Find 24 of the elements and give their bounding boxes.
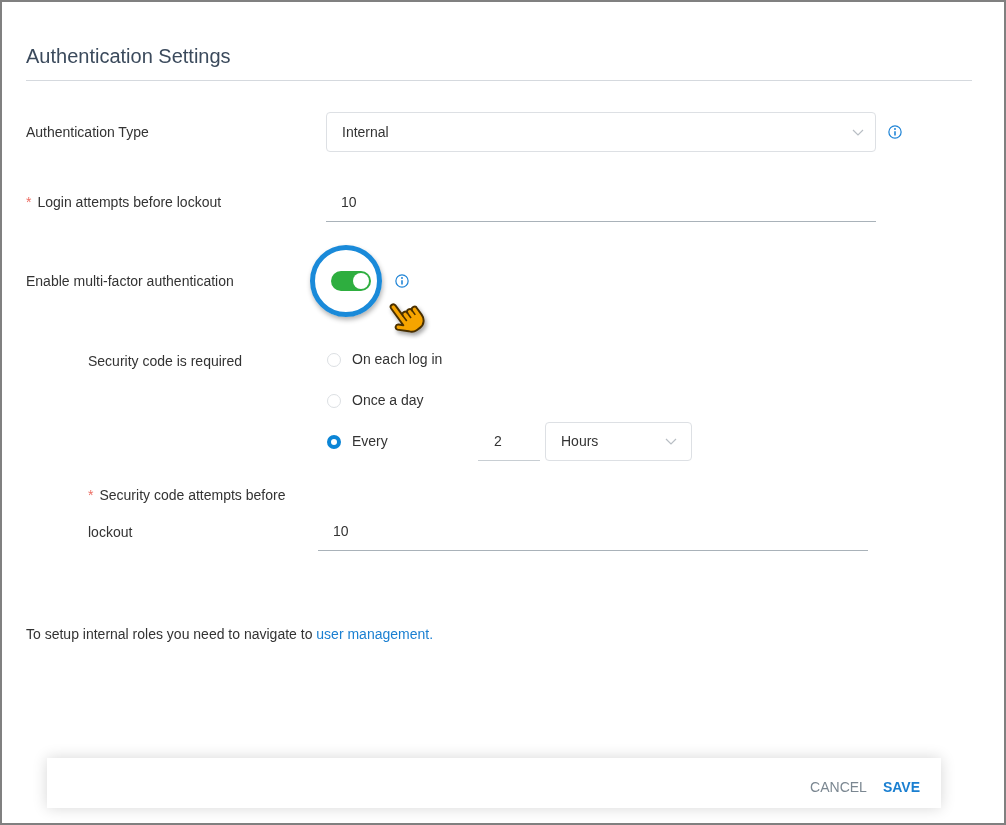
number-input[interactable]: 2 xyxy=(478,422,540,461)
save-button[interactable]: SAVE xyxy=(882,777,920,797)
chevron-down-icon xyxy=(665,438,677,445)
info-icon[interactable] xyxy=(395,274,409,288)
radio-label: Every xyxy=(352,432,388,451)
help-text: To setup internal roles you need to navigate to user management. xyxy=(26,625,435,644)
radio-label: Once a day xyxy=(352,391,424,410)
dropdown-select[interactable]: Internal xyxy=(326,112,876,152)
field-label: * Security code attempts before lockout xyxy=(88,486,287,542)
cancel-button[interactable]: CANCEL xyxy=(810,777,867,797)
text-input[interactable]: 10 xyxy=(326,182,876,222)
unit-select[interactable]: Hours xyxy=(545,422,692,461)
chevron-down-icon xyxy=(852,128,864,136)
field-label: * Login attempts before lockout xyxy=(26,193,222,212)
field-label: Authentication Type xyxy=(26,123,149,142)
info-icon[interactable] xyxy=(888,125,902,139)
field-label: Enable multi-factor authentication xyxy=(26,272,234,291)
user-management-link[interactable]: user management. xyxy=(316,626,434,642)
field-label: Security code is required xyxy=(88,352,243,371)
page-title: Authentication Settings xyxy=(26,44,232,68)
radio-label: On each log in xyxy=(352,350,443,369)
text-input[interactable]: 10 xyxy=(318,511,868,551)
radio-button[interactable] xyxy=(327,434,341,449)
toggle-switch[interactable] xyxy=(331,271,371,291)
